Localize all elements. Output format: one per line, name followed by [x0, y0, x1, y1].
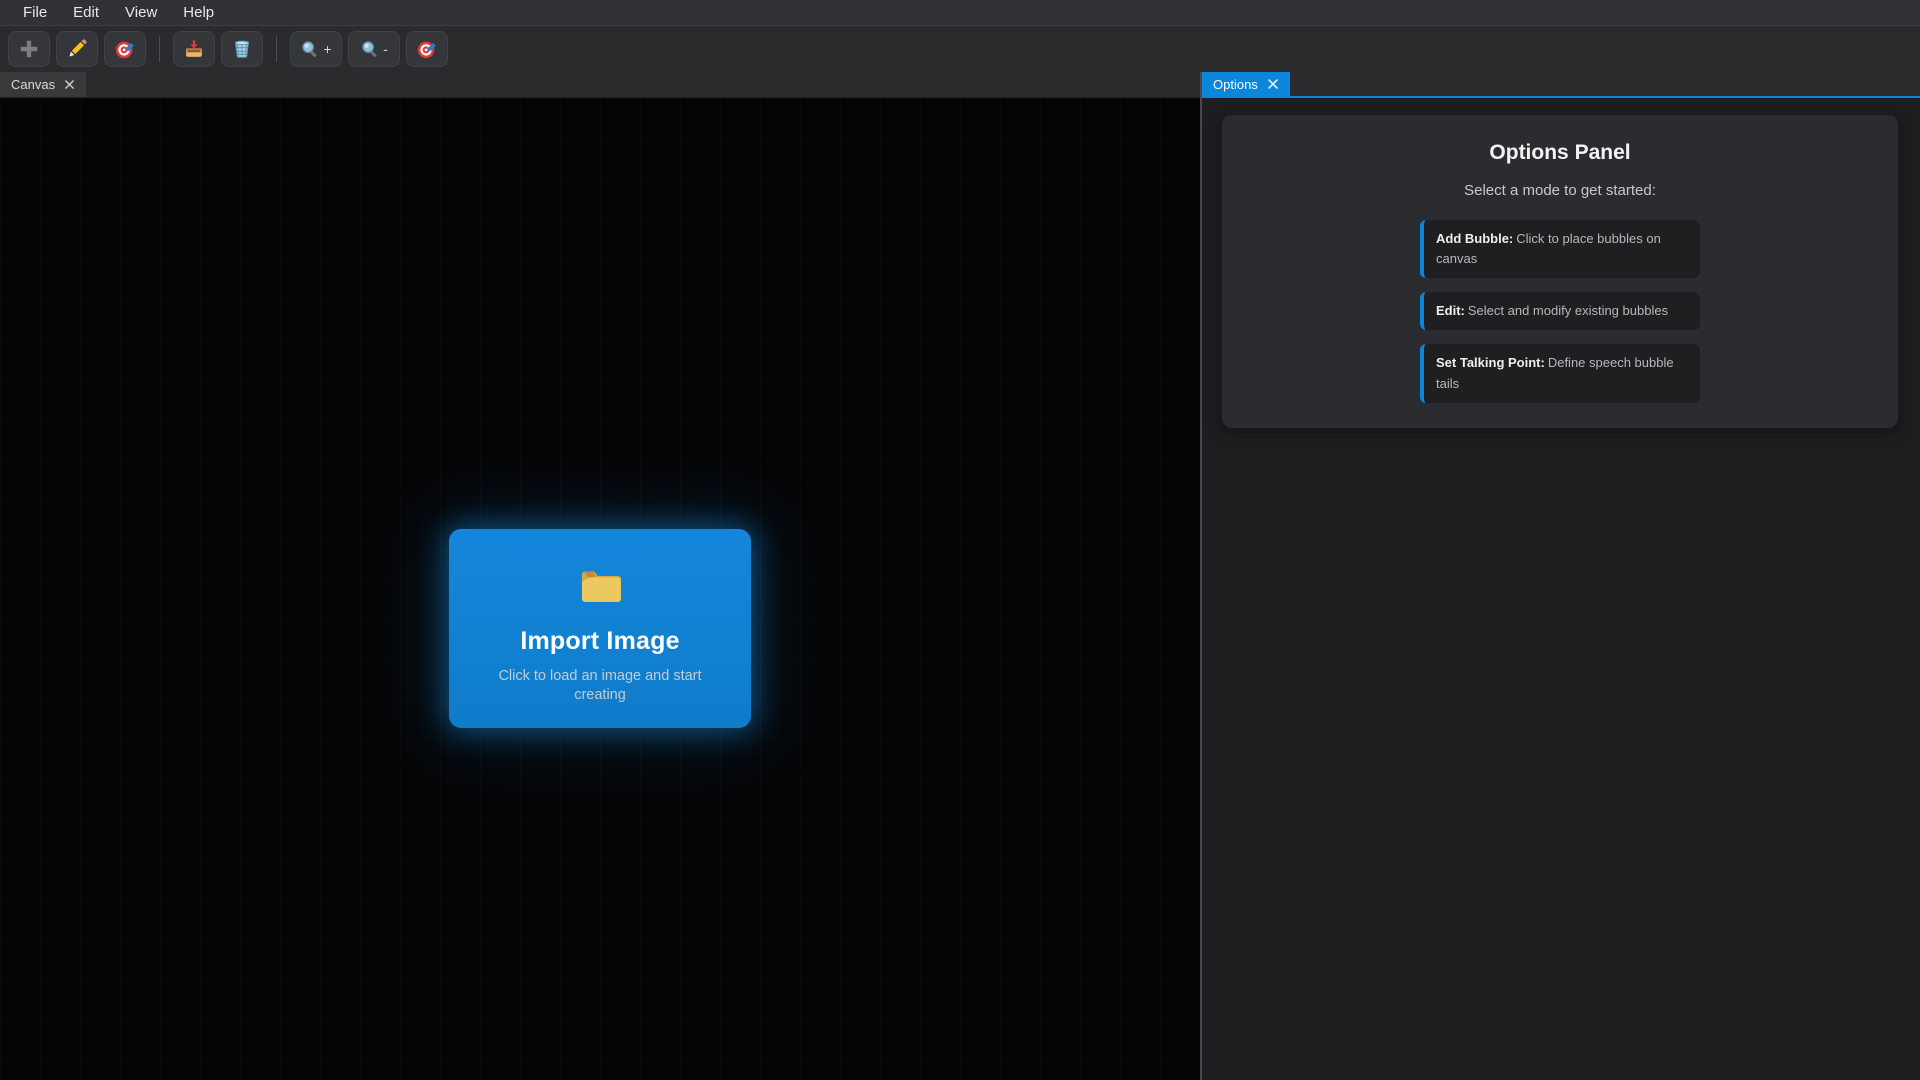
import-image-card[interactable]: Import Image Click to load an image and … — [449, 529, 751, 728]
zoom-in-label: + — [323, 41, 332, 57]
target-icon — [416, 38, 438, 60]
import-card-title: Import Image — [520, 627, 680, 655]
options-pane: Options Options Panel Select a mode to g… — [1202, 72, 1920, 1080]
toolbar-separator — [276, 36, 277, 62]
mode-add-bubble: Add Bubble: Click to place bubbles on can… — [1420, 220, 1700, 279]
import-image-button[interactable] — [173, 31, 215, 67]
plus-icon — [18, 38, 40, 60]
pencil-icon — [66, 38, 88, 60]
app-window: File Edit View Help + - Canvas Import Im… — [0, 0, 1920, 1080]
tab-options-label: Options — [1213, 76, 1258, 92]
mode-set-talking-point: Set Talking Point: Define speech bubble t… — [1420, 344, 1700, 403]
zoom-in-button[interactable]: + — [290, 31, 342, 67]
toolbar: + - — [0, 26, 1920, 72]
magnifier-icon — [300, 39, 320, 59]
zoom-out-button[interactable]: - — [348, 31, 400, 67]
mode-set-talking-point-label: Set Talking Point: — [1436, 355, 1545, 371]
zoom-out-label: - — [383, 41, 388, 57]
close-icon[interactable] — [64, 79, 75, 90]
mode-edit-label: Edit: — [1436, 303, 1465, 319]
magnifier-icon — [360, 39, 380, 59]
options-tabstrip: Options — [1202, 72, 1920, 98]
menu-view[interactable]: View — [112, 0, 170, 25]
mode-list: Add Bubble: Click to place bubbles on can… — [1420, 220, 1700, 403]
options-panel-subtitle: Select a mode to get started: — [1464, 182, 1656, 199]
close-icon[interactable] — [1267, 78, 1279, 90]
add-bubble-button[interactable] — [8, 31, 50, 67]
mode-add-bubble-label: Add Bubble: — [1436, 231, 1514, 246]
edit-mode-button[interactable] — [56, 31, 98, 67]
tab-canvas[interactable]: Canvas — [0, 72, 87, 97]
toolbar-separator — [159, 36, 160, 62]
options-panel-title: Options Panel — [1489, 141, 1631, 164]
target-icon — [114, 38, 136, 60]
menu-edit[interactable]: Edit — [60, 0, 112, 25]
import-card-subtitle: Click to load an image and start creatin… — [498, 668, 702, 704]
mode-edit: Edit: Select and modify existing bubbles — [1420, 292, 1700, 331]
trash-icon — [231, 38, 253, 60]
folder-icon — [577, 563, 623, 614]
options-panel-body: Options Panel Select a mode to get start… — [1202, 98, 1920, 1080]
canvas-tabstrip: Canvas — [0, 72, 1200, 98]
talking-point-button[interactable] — [104, 31, 146, 67]
menu-help[interactable]: Help — [170, 0, 227, 25]
options-card: Options Panel Select a mode to get start… — [1222, 115, 1898, 428]
drawing-canvas[interactable]: Import Image Click to load an image and … — [0, 98, 1200, 1080]
tab-canvas-label: Canvas — [11, 77, 56, 92]
mode-edit-description: Select and modify existing bubbles — [1467, 303, 1669, 319]
reset-view-button[interactable] — [406, 31, 448, 67]
delete-button[interactable] — [221, 31, 263, 67]
main-split: Canvas Import Image Click to load an ima… — [0, 72, 1920, 1080]
canvas-pane: Canvas Import Image Click to load an ima… — [0, 72, 1200, 1080]
tab-options[interactable]: Options — [1202, 72, 1290, 96]
inbox-import-icon — [183, 38, 205, 60]
menu-bar: File Edit View Help — [0, 0, 1920, 26]
menu-file[interactable]: File — [10, 0, 60, 25]
